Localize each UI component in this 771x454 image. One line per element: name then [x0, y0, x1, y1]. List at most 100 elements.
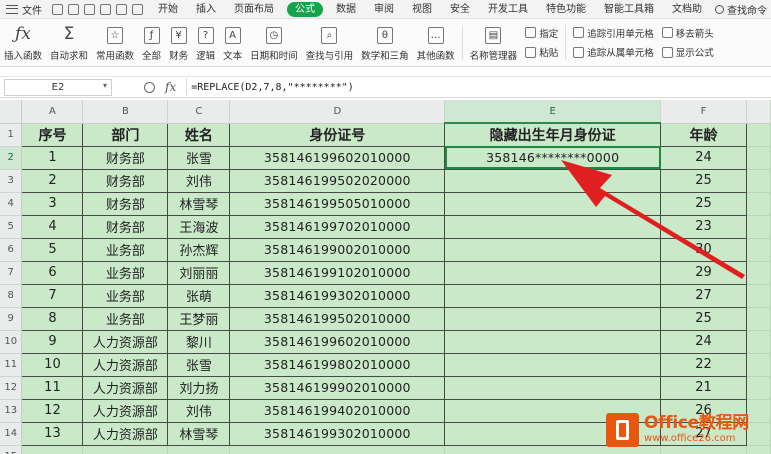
data-cell[interactable]: 人力资源部 — [82, 352, 169, 377]
data-cell[interactable]: 358146199602010000 — [229, 145, 446, 170]
tab-developer[interactable]: 开发工具 — [479, 0, 537, 19]
column-header-extra[interactable] — [746, 100, 771, 124]
data-cell[interactable]: 业务部 — [82, 260, 169, 285]
data-cell[interactable] — [444, 260, 662, 285]
trace-precedents-button[interactable]: 追踪引用单元格 — [573, 26, 654, 40]
data-cell[interactable]: 孙杰辉 — [167, 237, 231, 262]
data-cell[interactable]: 财务部 — [82, 168, 169, 193]
datetime-button[interactable]: ◷ 日期和时间 — [246, 19, 302, 66]
column-header-a[interactable]: A — [21, 100, 84, 124]
empty-cell[interactable] — [746, 191, 771, 216]
data-cell[interactable]: 29 — [660, 260, 747, 285]
data-cell[interactable]: 刘丽丽 — [167, 260, 231, 285]
export-icon[interactable] — [100, 3, 111, 15]
preview-icon[interactable] — [84, 3, 95, 15]
data-cell[interactable]: 3 — [21, 191, 84, 216]
data-cell[interactable]: 4 — [21, 214, 84, 239]
select-all-corner[interactable] — [0, 100, 23, 124]
data-cell[interactable]: 1 — [21, 145, 84, 170]
data-cell[interactable]: 30 — [660, 237, 747, 262]
empty-cell[interactable] — [746, 237, 771, 262]
save-icon[interactable] — [52, 3, 63, 15]
all-functions-button[interactable]: ƒ 全部 — [138, 19, 165, 66]
data-cell[interactable]: 财务部 — [82, 191, 169, 216]
empty-cell[interactable] — [167, 444, 231, 454]
data-cell[interactable]: 财务部 — [82, 145, 169, 170]
data-cell[interactable] — [444, 375, 662, 400]
column-header-f[interactable]: F — [660, 100, 747, 124]
tab-page-layout[interactable]: 页面布局 — [225, 0, 283, 19]
data-cell[interactable]: 刘伟 — [167, 168, 231, 193]
row-header[interactable]: 3 — [0, 169, 23, 193]
data-cell[interactable] — [444, 191, 662, 216]
header-cell[interactable]: 身份证号 — [229, 122, 446, 147]
data-cell[interactable]: 黎川 — [167, 329, 231, 354]
data-cell[interactable]: 业务部 — [82, 283, 169, 308]
data-cell[interactable]: 7 — [21, 283, 84, 308]
redo-icon[interactable] — [132, 3, 143, 15]
data-cell[interactable]: 6 — [21, 260, 84, 285]
file-menu[interactable]: 文件 — [0, 0, 46, 19]
column-header-b[interactable]: B — [82, 100, 169, 124]
tab-security[interactable]: 安全 — [441, 0, 479, 19]
fx-icon[interactable]: fx — [165, 80, 176, 94]
data-cell[interactable]: 25 — [660, 191, 747, 216]
data-cell[interactable]: 24 — [660, 329, 747, 354]
column-header-c[interactable]: C — [167, 100, 231, 124]
lookup-button[interactable]: ⌕ 查找与引用 — [302, 19, 358, 66]
data-cell[interactable]: 27 — [660, 283, 747, 308]
data-cell[interactable]: 25 — [660, 168, 747, 193]
data-cell[interactable]: 人力资源部 — [82, 329, 169, 354]
header-cell[interactable]: 序号 — [21, 122, 84, 147]
row-header[interactable]: 5 — [0, 215, 23, 239]
math-button[interactable]: θ 数学和三角 — [357, 19, 413, 66]
other-functions-button[interactable]: … 其他函数 — [413, 19, 459, 66]
data-cell[interactable]: 358146199802010000 — [229, 352, 446, 377]
empty-cell[interactable] — [746, 352, 771, 377]
row-header[interactable]: 12 — [0, 376, 23, 400]
data-cell[interactable]: 358146199102010000 — [229, 260, 446, 285]
data-cell[interactable] — [444, 352, 662, 377]
undo-icon[interactable] — [116, 3, 127, 15]
chevron-down-icon[interactable]: ▾ — [103, 81, 107, 90]
name-box[interactable]: E2 ▾ — [4, 78, 112, 96]
empty-cell[interactable] — [746, 122, 771, 147]
common-functions-button[interactable]: ☆ 常用函数 — [92, 19, 138, 66]
header-cell[interactable]: 年龄 — [660, 122, 747, 147]
insert-function-button[interactable]: ƒx 插入函数 — [0, 19, 46, 66]
empty-cell[interactable] — [82, 444, 169, 454]
header-cell[interactable]: 隐藏出生年月身份证 — [444, 122, 662, 147]
data-cell[interactable]: 林雪琴 — [167, 421, 231, 446]
header-cell[interactable]: 姓名 — [167, 122, 231, 147]
data-cell[interactable] — [444, 329, 662, 354]
active-cell[interactable]: 358146********0000 — [444, 145, 662, 170]
data-cell[interactable]: 25 — [660, 306, 747, 331]
tab-formulas[interactable]: 公式 — [287, 1, 323, 17]
data-cell[interactable]: 5 — [21, 237, 84, 262]
empty-cell[interactable] — [746, 329, 771, 354]
empty-cell[interactable] — [229, 444, 446, 454]
zoom-icon[interactable] — [144, 81, 155, 93]
empty-cell[interactable] — [746, 306, 771, 331]
data-cell[interactable]: 358146199602010000 — [229, 329, 446, 354]
data-cell[interactable] — [444, 237, 662, 262]
trace-dependents-button[interactable]: 追踪从属单元格 — [573, 45, 654, 59]
row-header[interactable]: 15 — [0, 445, 23, 454]
data-cell[interactable]: 王海波 — [167, 214, 231, 239]
data-cell[interactable]: 22 — [660, 352, 747, 377]
autosum-button[interactable]: Σ 自动求和 — [46, 19, 92, 66]
data-cell[interactable]: 358146199302010000 — [229, 283, 446, 308]
name-manager-button[interactable]: ▤ 名称管理器 — [466, 19, 522, 66]
data-cell[interactable]: 24 — [660, 145, 747, 170]
data-cell[interactable] — [444, 168, 662, 193]
row-header[interactable]: 1 — [0, 123, 23, 147]
data-cell[interactable]: 林雪琴 — [167, 191, 231, 216]
column-header-d[interactable]: D — [229, 100, 446, 124]
row-header[interactable]: 6 — [0, 238, 23, 262]
row-header[interactable]: 13 — [0, 399, 23, 423]
data-cell[interactable]: 358146199702010000 — [229, 214, 446, 239]
data-cell[interactable]: 358146199502010000 — [229, 306, 446, 331]
print-icon[interactable] — [68, 3, 79, 15]
text-button[interactable]: A 文本 — [219, 19, 246, 66]
row-header[interactable]: 9 — [0, 307, 23, 331]
